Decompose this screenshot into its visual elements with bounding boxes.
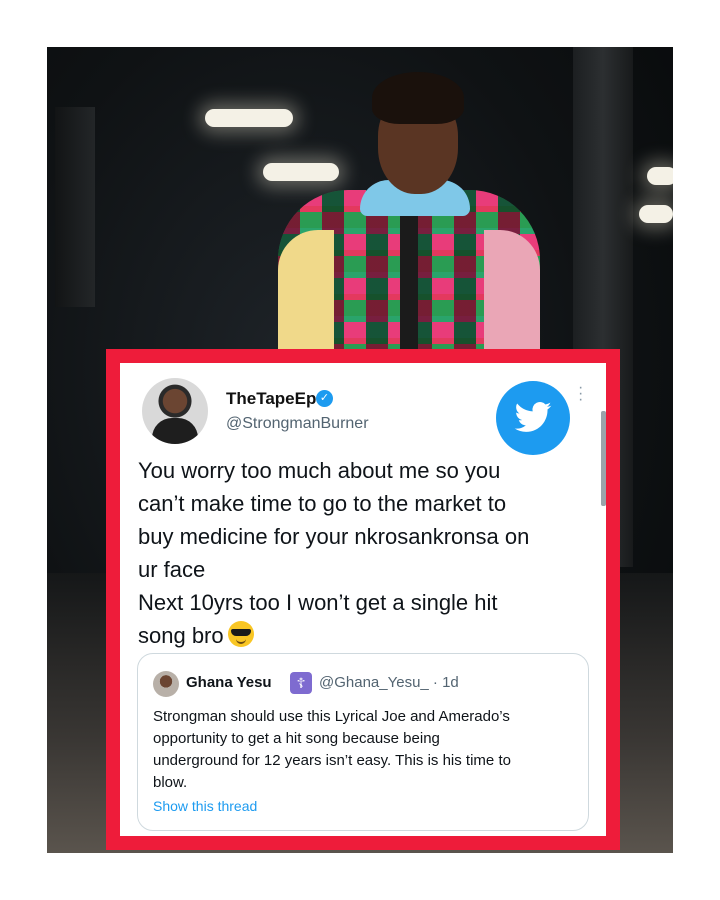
quoted-author-name[interactable]: Ghana Yesu [186, 674, 272, 691]
author-avatar[interactable] [142, 378, 208, 444]
author-name[interactable]: TheTapeEp [226, 389, 316, 409]
person-hair [372, 72, 464, 124]
sunglasses-emoji-icon [227, 621, 254, 647]
verified-badge-icon: ✓ [316, 390, 333, 407]
tweet-line: ur face [138, 557, 206, 582]
twitter-bird-icon [514, 402, 552, 432]
ceiling-light [647, 167, 673, 185]
quoted-tweet-line: underground for 12 years isn’t easy. Thi… [153, 752, 511, 769]
quoted-tweet-body: Strongman should use this Lyrical Joe an… [153, 706, 573, 794]
twitter-bird-icon [496, 381, 570, 455]
quoted-tweet-line: Strongman should use this Lyrical Joe an… [153, 708, 510, 725]
tweet-line: Next 10yrs too I won’t get a single hit [138, 590, 498, 615]
quoted-author-handle[interactable]: @Ghana_Yesu_ · 1d [319, 674, 459, 691]
tweet-frame: TheTapeEp ✓ @StrongmanBurner · · · You wor… [106, 349, 620, 850]
tweet-line-last: song bro [138, 619, 598, 652]
ceiling-light [205, 109, 293, 127]
author-handle[interactable]: @StrongmanBurner [226, 415, 369, 433]
quoted-author-avatar[interactable] [153, 671, 179, 697]
tweet-line: can’t make time to go to the market to [138, 491, 507, 516]
quoted-tweet[interactable]: Ghana Yesu ☦ @Ghana_Yesu_ · 1d Strongman… [137, 653, 589, 831]
more-vertical-icon[interactable]: · · · [578, 380, 586, 408]
show-thread-link[interactable]: Show this thread [153, 798, 257, 814]
ceiling-light [263, 163, 339, 181]
ceiling-light [639, 205, 673, 223]
tweet-body: You worry too much about me so you can’t… [138, 454, 598, 652]
scrollbar[interactable] [601, 411, 606, 506]
background-pillar [55, 107, 95, 307]
tweet-line-text: song bro [138, 623, 224, 648]
tweet-line: You worry too much about me so you [138, 458, 501, 483]
quoted-tweet-line: opportunity to get a hit song because be… [153, 730, 440, 747]
quoted-tweet-line: blow. [153, 774, 188, 791]
orthodox-cross-badge-icon: ☦ [290, 672, 312, 694]
tweet-card: TheTapeEp ✓ @StrongmanBurner · · · You wor… [120, 363, 606, 836]
tweet-line: buy medicine for your nkrosankronsa on [138, 524, 530, 549]
